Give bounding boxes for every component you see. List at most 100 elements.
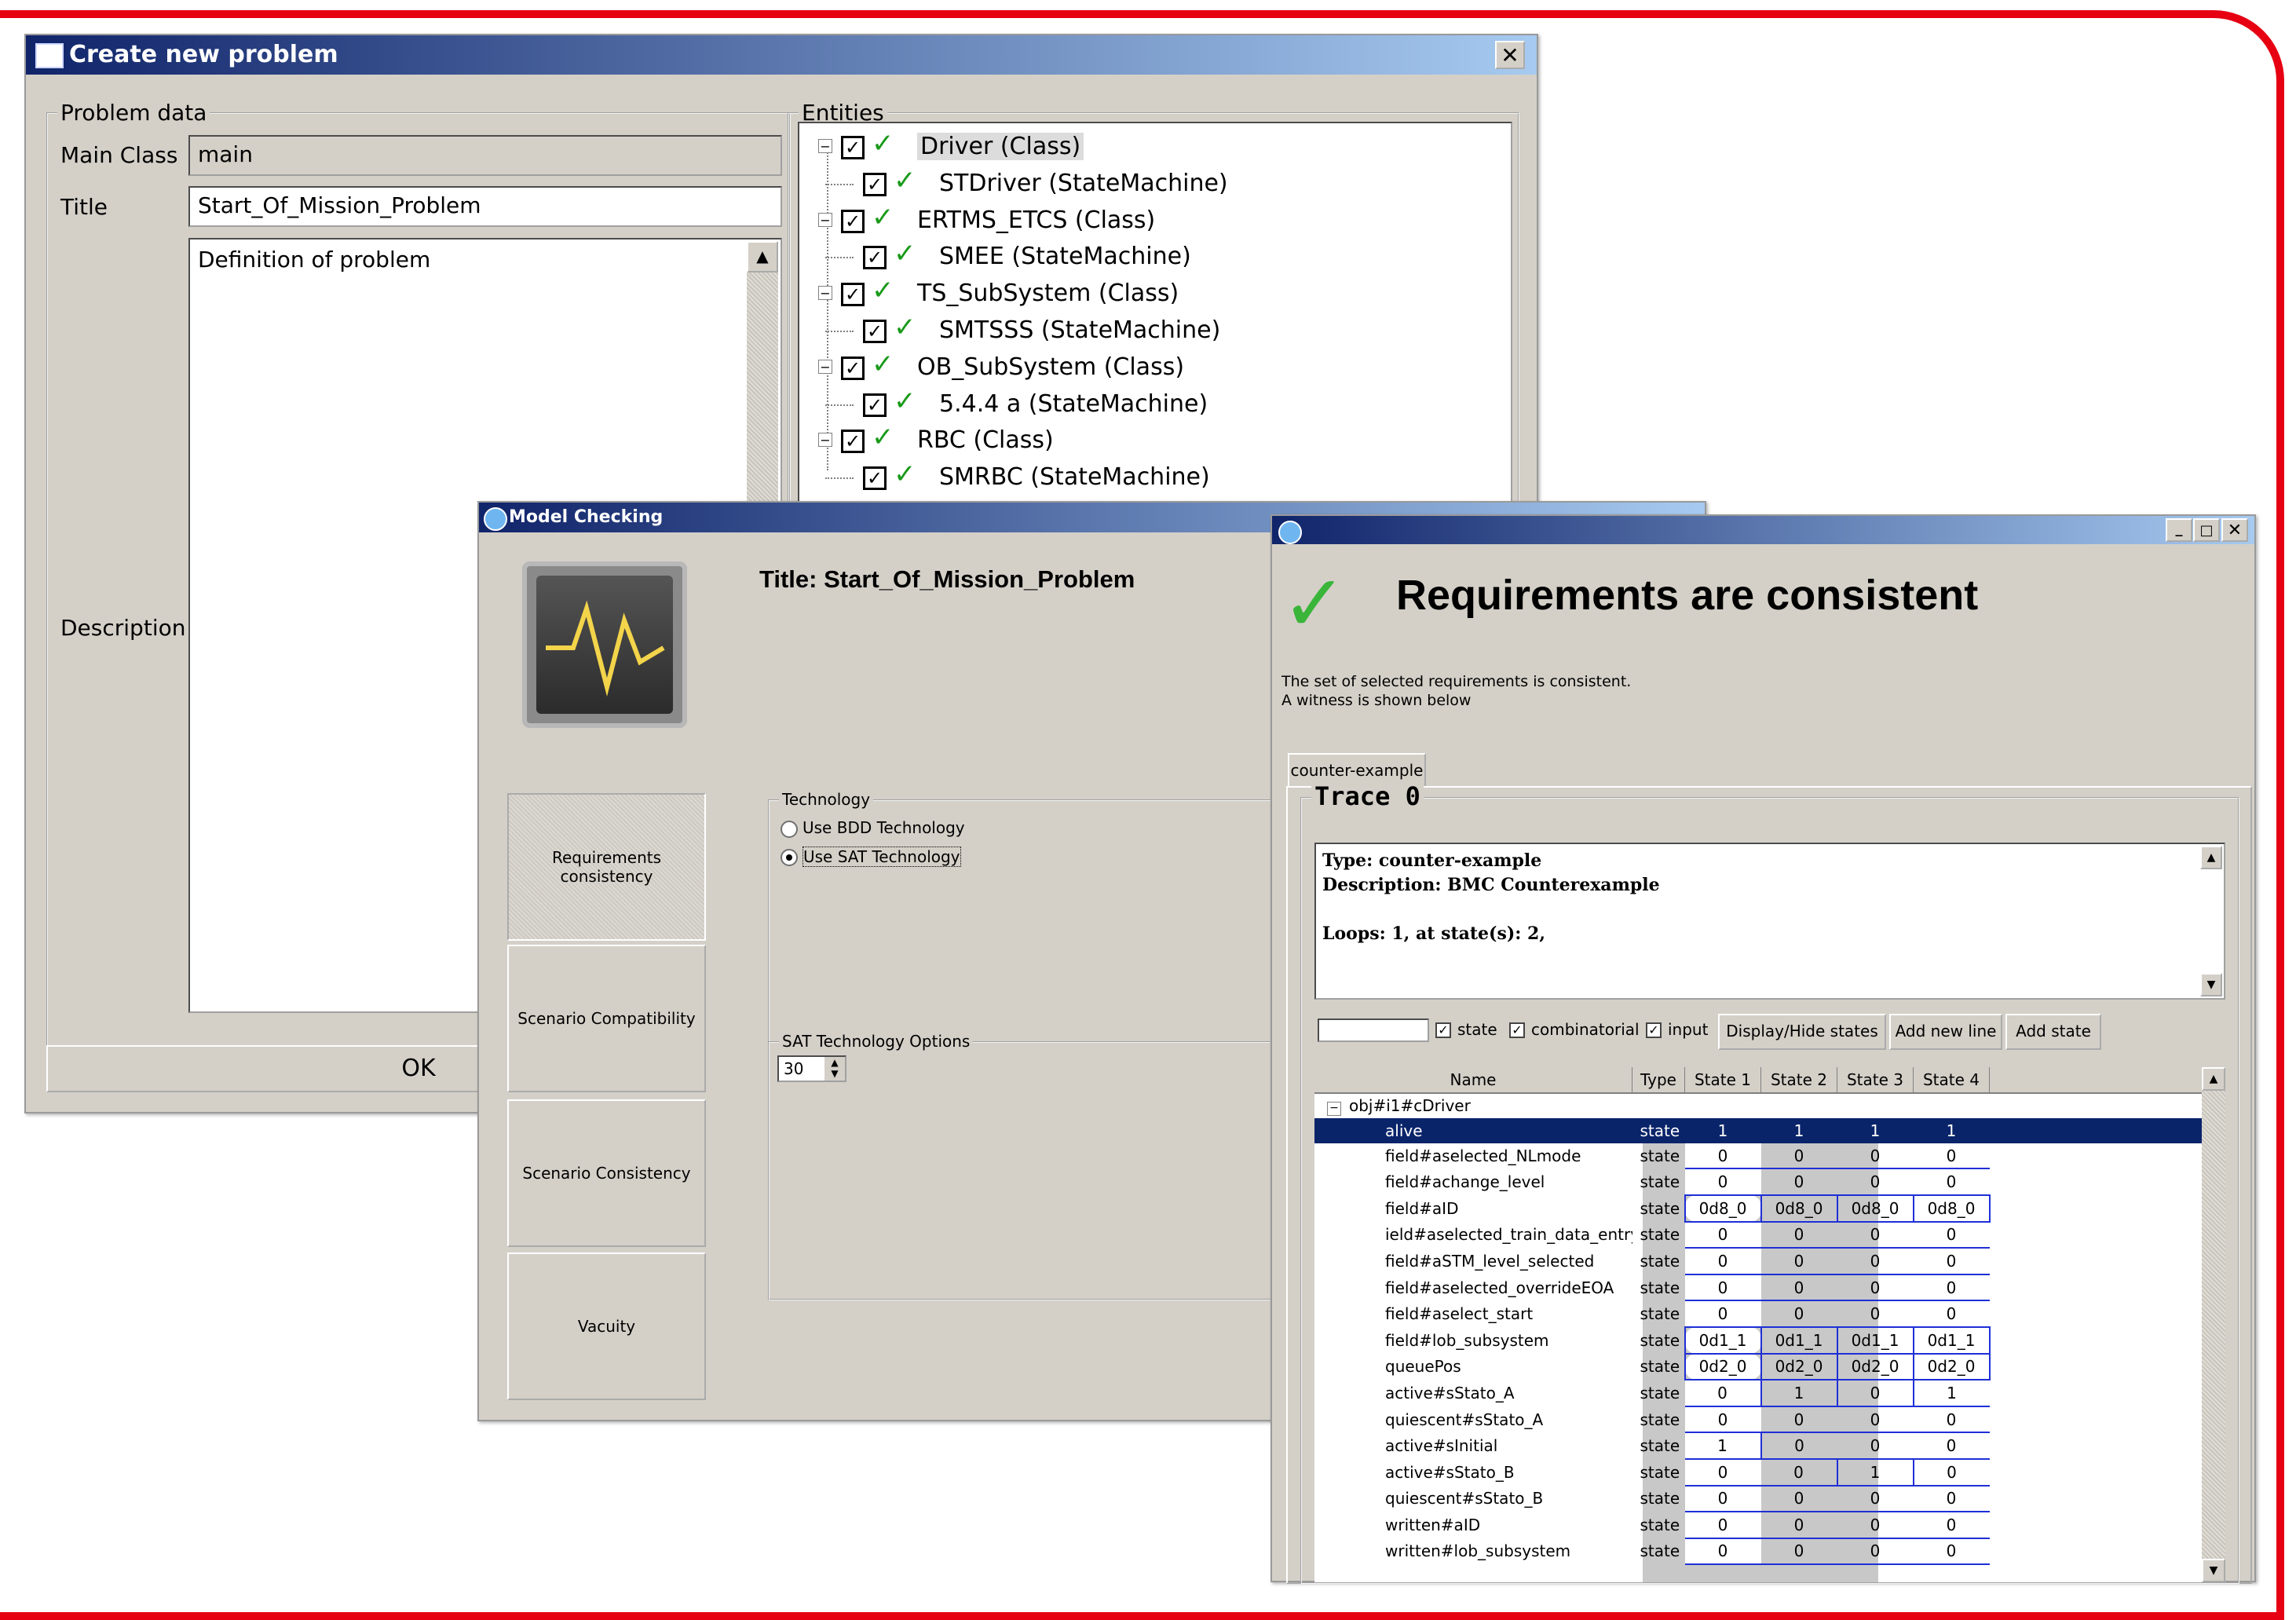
collapse-icon[interactable]: − (818, 212, 832, 227)
state-value[interactable]: 0d8_0 (1684, 1194, 1762, 1223)
sat-value-spinner[interactable]: 30 ▲ ▼ (777, 1055, 846, 1082)
state-value[interactable]: 0 (1837, 1538, 1914, 1566)
collapse-icon[interactable]: − (818, 359, 832, 374)
state-value[interactable]: 0 (1837, 1406, 1914, 1434)
tree-class-node[interactable]: − ✓ ✓ ERTMS_ETCS (Class) (815, 202, 1380, 240)
table-row[interactable]: active#sStato_A state 0 1 0 1 (1314, 1380, 2206, 1407)
add-state-button[interactable]: Add state (2005, 1014, 2101, 1050)
tree-class-node[interactable]: − ✓ ✓ Driver (Class) (815, 128, 1380, 166)
state-value[interactable]: 0 (1837, 1485, 1914, 1513)
column-header[interactable]: State 2 (1760, 1067, 1837, 1094)
checkbox-icon[interactable]: ✓ (863, 246, 887, 270)
state-value[interactable]: 0 (1913, 1300, 1990, 1328)
table-row[interactable]: field#aSTM_level_selected state 0 0 0 0 (1314, 1248, 2206, 1275)
state-value[interactable]: 1 (1837, 1118, 1914, 1143)
title-field[interactable]: Start_Of_Mission_Problem (188, 186, 782, 227)
state-value[interactable]: 0 (1684, 1458, 1761, 1487)
state-value[interactable]: 0 (1837, 1221, 1914, 1249)
table-row[interactable]: written#lob_subsystem state 0 0 0 0 (1314, 1538, 2206, 1566)
state-value[interactable]: 0d8_0 (1836, 1194, 1914, 1223)
state-value[interactable]: 0 (1837, 1432, 1914, 1460)
column-header[interactable]: State 4 (1913, 1067, 1990, 1094)
checkbox-icon[interactable]: ✓ (841, 283, 865, 307)
state-value[interactable]: 0 (1760, 1485, 1837, 1513)
main-class-field[interactable]: main (188, 135, 782, 176)
checkbox-icon[interactable]: ✓ (863, 393, 887, 417)
tab-requirements-consistency[interactable]: Requirements consistency (507, 793, 706, 941)
state-value[interactable]: 0 (1684, 1512, 1761, 1539)
state-value[interactable]: 0 (1837, 1168, 1914, 1196)
state-value[interactable]: 0 (1760, 1168, 1837, 1196)
state-value[interactable]: 0 (1760, 1300, 1837, 1328)
minimize-button[interactable]: _ (2166, 518, 2192, 542)
table-row[interactable]: field#aselect_start state 0 0 0 0 (1314, 1300, 2206, 1328)
scroll-up-arrow-icon[interactable]: ▲ (2200, 846, 2222, 869)
table-row[interactable]: active#sStato_B state 0 0 1 0 (1314, 1458, 2206, 1487)
display-hide-states-button[interactable]: Display/Hide states (1718, 1014, 1886, 1050)
state-value[interactable]: 0 (1912, 1458, 1990, 1487)
table-row[interactable]: quiescent#sStato_A state 0 0 0 0 (1314, 1406, 2206, 1434)
tab-scenario-consistency[interactable]: Scenario Consistency (507, 1099, 706, 1247)
tree-statemachine-node[interactable]: ✓ ✓ 5.4.4 a (StateMachine) (825, 386, 1422, 423)
bdd-radio[interactable] (781, 821, 798, 838)
scroll-down-arrow-icon[interactable]: ▼ (2200, 973, 2222, 997)
checkbox-icon[interactable]: ✓ (841, 356, 865, 380)
collapse-icon[interactable]: − (818, 286, 832, 301)
state-value[interactable]: 0 (1837, 1274, 1914, 1302)
state-value[interactable]: 0 (1836, 1380, 1914, 1407)
state-value[interactable]: 1 (1684, 1118, 1761, 1143)
tab-scenario-compatibility[interactable]: Scenario Compatibility (507, 945, 706, 1092)
input-checkbox[interactable]: ✓ (1646, 1022, 1662, 1038)
state-value[interactable]: 0d1_1 (1912, 1326, 1991, 1355)
state-value[interactable]: 0d1_1 (1684, 1326, 1762, 1355)
state-value[interactable]: 0 (1837, 1512, 1914, 1539)
state-value[interactable]: 0d2_0 (1836, 1352, 1914, 1381)
state-value[interactable]: 1 (1912, 1380, 1990, 1407)
state-value[interactable]: 0 (1760, 1458, 1837, 1487)
state-value[interactable]: 0 (1913, 1406, 1990, 1434)
tree-statemachine-node[interactable]: ✓ ✓ STDriver (StateMachine) (825, 165, 1422, 203)
state-value[interactable]: 0 (1760, 1143, 1837, 1170)
state-value[interactable]: 0 (1684, 1274, 1761, 1302)
state-value[interactable]: 0d1_1 (1836, 1326, 1914, 1355)
table-row[interactable]: alive state 1 1 1 1 (1314, 1118, 2206, 1143)
tree-root-row[interactable]: − obj#i1#cDriver (1314, 1092, 2206, 1119)
state-value[interactable]: 0 (1837, 1248, 1914, 1275)
state-value[interactable]: 0d2_0 (1912, 1352, 1991, 1381)
title-bar[interactable]: _ □ ✕ (1272, 516, 2254, 544)
combinatorial-checkbox[interactable]: ✓ (1509, 1022, 1525, 1038)
table-row[interactable]: written#aID state 0 0 0 0 (1314, 1512, 2206, 1539)
tree-class-node[interactable]: − ✓ ✓ TS_SubSystem (Class) (815, 275, 1380, 313)
column-header[interactable]: Name (1314, 1067, 1632, 1094)
add-new-line-button[interactable]: Add new line (1889, 1014, 2002, 1050)
collapse-icon[interactable]: − (818, 433, 832, 448)
column-header[interactable]: Type (1632, 1067, 1685, 1094)
checkbox-icon[interactable]: ✓ (863, 172, 887, 196)
table-row[interactable]: active#sInitial state 1 0 0 0 (1314, 1432, 2206, 1460)
table-scrollbar[interactable] (2202, 1067, 2225, 1582)
sat-radio[interactable] (781, 849, 798, 866)
table-row[interactable]: queuePos state 0d2_0 0d2_0 0d2_0 0d2_0 (1314, 1352, 2206, 1381)
table-row[interactable]: field#lob_subsystem state 0d1_1 0d1_1 0d1_1 0… (1314, 1326, 2206, 1355)
state-value[interactable]: 0 (1684, 1248, 1761, 1275)
trace-info-box[interactable]: Type: counter-example Description: BMC C… (1314, 843, 2225, 1000)
tab-vacuity[interactable]: Vacuity (507, 1252, 706, 1400)
tree-class-node[interactable]: − ✓ ✓ RBC (Class) (815, 422, 1380, 459)
state-value[interactable]: 0 (1760, 1432, 1837, 1460)
state-value[interactable]: 0 (1684, 1538, 1761, 1566)
state-value[interactable]: 0 (1760, 1512, 1837, 1539)
state-value[interactable]: 0d2_0 (1760, 1352, 1838, 1381)
table-row[interactable]: quiescent#sStato_B state 0 0 0 0 (1314, 1485, 2206, 1513)
state-value[interactable]: 0 (1913, 1274, 1990, 1302)
state-value[interactable]: 0 (1684, 1406, 1761, 1434)
state-value[interactable]: 0 (1760, 1221, 1837, 1249)
checkbox-icon[interactable]: ✓ (863, 466, 887, 491)
close-button[interactable]: ✕ (1495, 41, 1525, 69)
state-value[interactable]: 0 (1684, 1143, 1761, 1170)
state-value[interactable]: 0d1_1 (1760, 1326, 1838, 1355)
tree-class-node[interactable]: − ✓ ✓ OB_SubSystem (Class) (815, 349, 1380, 386)
checkbox-icon[interactable]: ✓ (841, 430, 865, 454)
state-value[interactable]: 0 (1913, 1485, 1990, 1513)
checkbox-icon[interactable]: ✓ (841, 209, 865, 233)
maximize-button[interactable]: □ (2193, 518, 2220, 542)
